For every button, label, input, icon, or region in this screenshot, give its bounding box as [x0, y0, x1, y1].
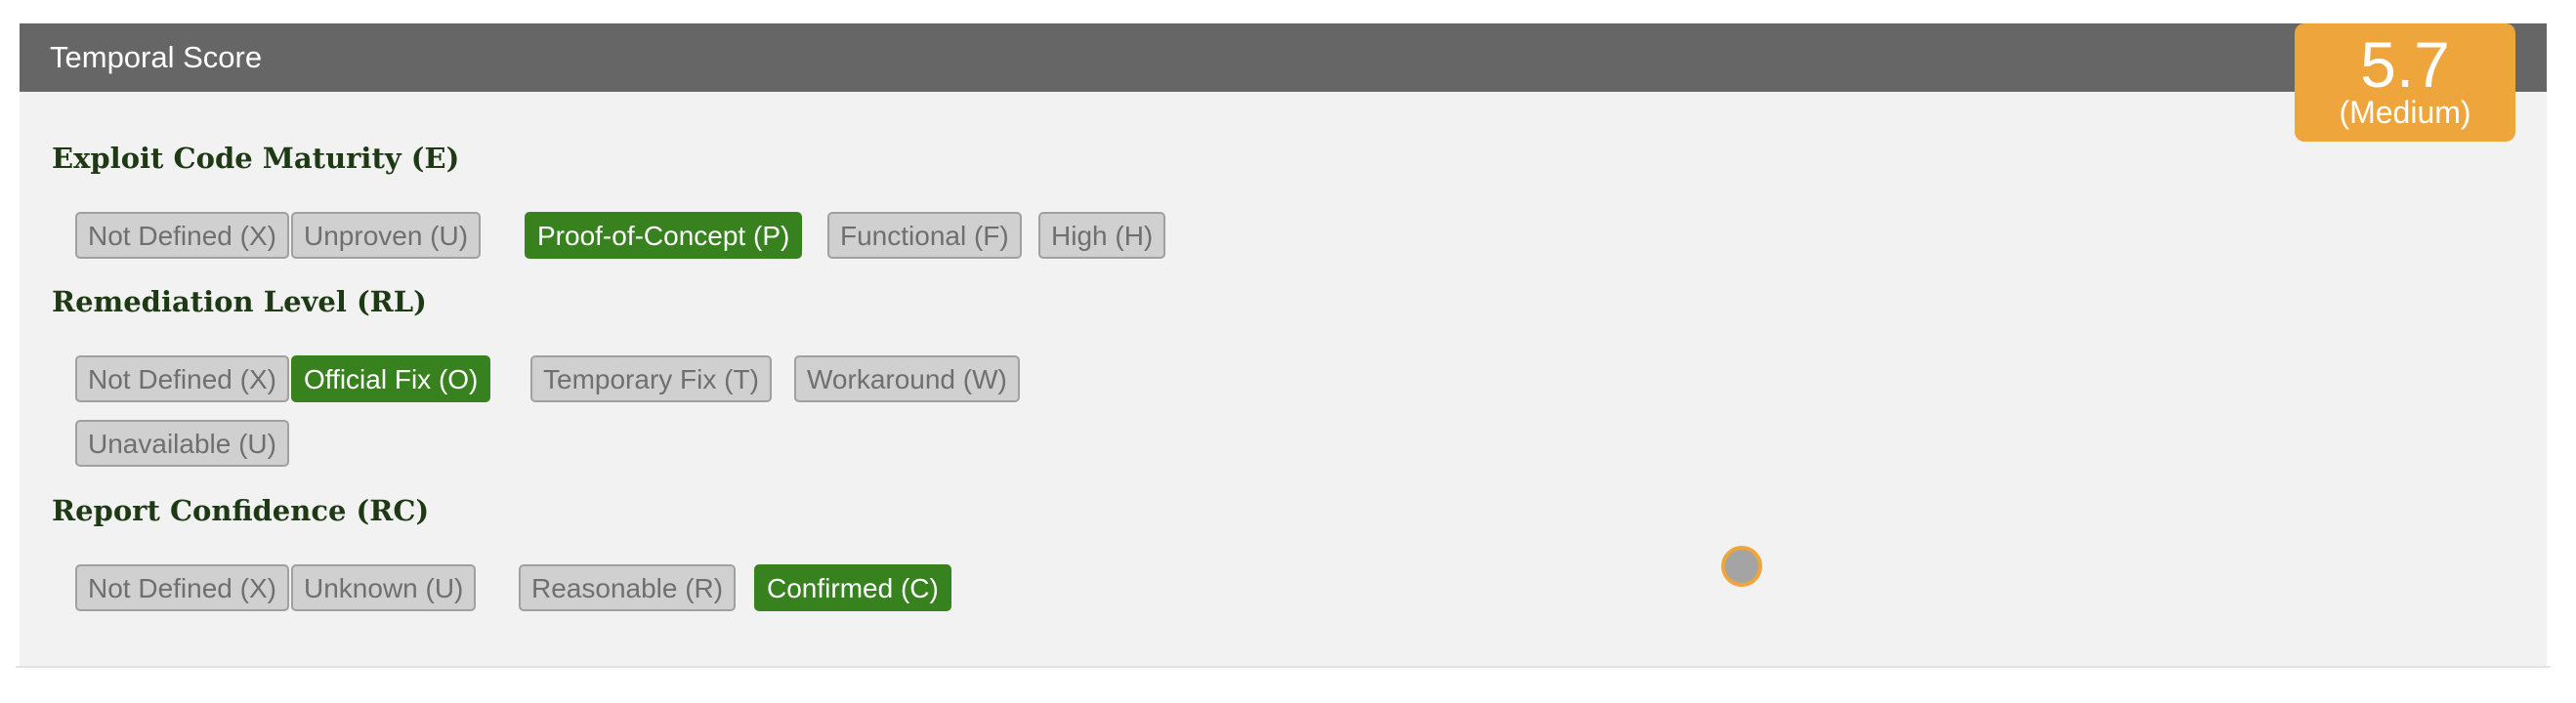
panel-header: Temporal Score: [20, 23, 2547, 92]
section-remediation-level: Remediation Level (RL) Not Defined (X) O…: [52, 282, 1020, 467]
option-not-defined[interactable]: Not Defined (X): [75, 212, 289, 259]
section-title: Remediation Level (RL): [52, 285, 427, 318]
option-not-defined[interactable]: Not Defined (X): [75, 355, 289, 402]
option-reasonable[interactable]: Reasonable (R): [519, 564, 737, 611]
section-title: Exploit Code Maturity (E): [52, 142, 460, 175]
option-official-fix[interactable]: Official Fix (O): [291, 355, 491, 402]
score-value: 5.7: [2360, 28, 2450, 101]
panel-title: Temporal Score: [50, 40, 263, 74]
option-confirmed[interactable]: Confirmed (C): [754, 564, 951, 611]
option-not-defined[interactable]: Not Defined (X): [75, 564, 289, 611]
section-exploit-code-maturity: Exploit Code Maturity (E) Not Defined (X…: [52, 139, 1166, 259]
mouse-cursor-indicator: [1721, 546, 1762, 587]
section-report-confidence: Report Confidence (RC) Not Defined (X) U…: [52, 491, 951, 611]
option-unavailable[interactable]: Unavailable (U): [75, 420, 289, 467]
section-title: Report Confidence (RC): [52, 494, 430, 527]
temporal-score-panel: Temporal Score 5.7 (Medium) Exploit Code…: [20, 23, 2547, 666]
score-badge: 5.7 (Medium): [2295, 23, 2515, 142]
score-severity-label: (Medium): [2339, 95, 2471, 130]
option-unknown[interactable]: Unknown (U): [291, 564, 477, 611]
option-temporary-fix[interactable]: Temporary Fix (T): [530, 355, 772, 402]
option-proof-of-concept[interactable]: Proof-of-Concept (P): [525, 212, 803, 259]
option-unproven[interactable]: Unproven (U): [291, 212, 482, 259]
option-workaround[interactable]: Workaround (W): [794, 355, 1020, 402]
option-functional[interactable]: Functional (F): [827, 212, 1022, 259]
panel-divider: [16, 666, 2551, 668]
option-high[interactable]: High (H): [1038, 212, 1166, 259]
